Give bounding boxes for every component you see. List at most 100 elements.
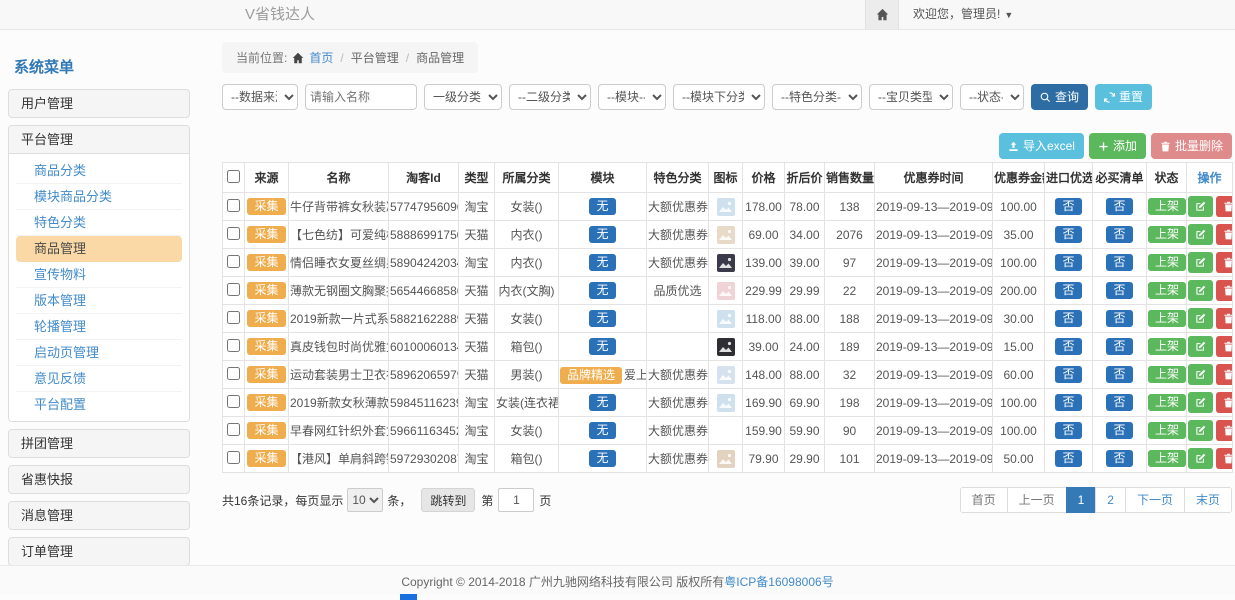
row-checkbox[interactable]: [227, 367, 240, 380]
per-page-select[interactable]: 10: [347, 488, 383, 512]
delete-button[interactable]: [1216, 336, 1233, 357]
delete-button[interactable]: [1216, 448, 1233, 469]
module-badge[interactable]: 无: [589, 198, 615, 215]
sidebar-subitem[interactable]: 意见反馈: [16, 366, 182, 392]
source-badge[interactable]: 采集: [247, 254, 285, 271]
import-excel-button[interactable]: 导入excel: [999, 133, 1084, 159]
row-checkbox[interactable]: [227, 227, 240, 240]
sidebar-panel-heading[interactable]: 订单管理: [9, 538, 189, 565]
batch-delete-button[interactable]: 批量删除: [1151, 133, 1232, 159]
module-badge[interactable]: 无: [589, 394, 615, 411]
sidebar-subitem[interactable]: 特色分类: [16, 210, 182, 236]
page-button[interactable]: 首页: [960, 487, 1008, 513]
module-badge[interactable]: 品牌精选: [560, 367, 622, 384]
sidebar-subitem[interactable]: 版本管理: [16, 288, 182, 314]
edit-button[interactable]: [1188, 392, 1213, 413]
import-optional-toggle[interactable]: 否: [1055, 282, 1081, 299]
row-checkbox[interactable]: [227, 255, 240, 268]
sidebar-subitem[interactable]: 商品管理: [16, 236, 182, 262]
module-badge[interactable]: 无: [589, 254, 615, 271]
sidebar-subitem[interactable]: 模块商品分类: [16, 184, 182, 210]
add-button[interactable]: 添加: [1089, 133, 1146, 159]
reset-button[interactable]: 重置: [1095, 84, 1152, 110]
filter-select[interactable]: --特色分类--: [772, 84, 862, 110]
must-buy-toggle[interactable]: 否: [1106, 394, 1132, 411]
delete-button[interactable]: [1216, 224, 1233, 245]
import-optional-toggle[interactable]: 否: [1055, 310, 1081, 327]
icp-link[interactable]: 粤ICP备16098006号: [724, 575, 833, 589]
delete-button[interactable]: [1216, 196, 1233, 217]
import-optional-toggle[interactable]: 否: [1055, 338, 1081, 355]
source-badge[interactable]: 采集: [247, 366, 285, 383]
module-badge[interactable]: 无: [589, 282, 615, 299]
status-badge[interactable]: 上架: [1148, 198, 1186, 215]
must-buy-toggle[interactable]: 否: [1106, 282, 1132, 299]
import-optional-toggle[interactable]: 否: [1055, 450, 1081, 467]
source-badge[interactable]: 采集: [247, 338, 285, 355]
page-button[interactable]: 末页: [1184, 487, 1232, 513]
status-badge[interactable]: 上架: [1148, 422, 1186, 439]
status-badge[interactable]: 上架: [1148, 282, 1186, 299]
must-buy-toggle[interactable]: 否: [1106, 226, 1132, 243]
row-checkbox[interactable]: [227, 339, 240, 352]
edit-button[interactable]: [1188, 420, 1213, 441]
delete-button[interactable]: [1216, 364, 1233, 385]
status-badge[interactable]: 上架: [1148, 310, 1186, 327]
filter-select[interactable]: --数据来源--: [222, 84, 298, 110]
search-button[interactable]: 查询: [1031, 84, 1088, 110]
source-badge[interactable]: 采集: [247, 310, 285, 327]
import-optional-toggle[interactable]: 否: [1055, 366, 1081, 383]
page-button[interactable]: 下一页: [1125, 487, 1185, 513]
home-button[interactable]: [865, 0, 899, 29]
edit-button[interactable]: [1188, 196, 1213, 217]
filter-select[interactable]: --宝贝类型--: [869, 84, 953, 110]
sidebar-panel-heading[interactable]: 平台管理: [9, 126, 189, 153]
status-badge[interactable]: 上架: [1148, 366, 1186, 383]
source-badge[interactable]: 采集: [247, 198, 285, 215]
row-checkbox[interactable]: [227, 423, 240, 436]
edit-button[interactable]: [1188, 336, 1213, 357]
module-badge[interactable]: 无: [589, 226, 615, 243]
edit-button[interactable]: [1188, 448, 1213, 469]
sidebar-subitem[interactable]: 商品分类: [16, 158, 182, 184]
must-buy-toggle[interactable]: 否: [1106, 254, 1132, 271]
filter-select[interactable]: --模块--: [598, 84, 666, 110]
source-badge[interactable]: 采集: [247, 394, 285, 411]
edit-button[interactable]: [1188, 252, 1213, 273]
filter-select[interactable]: --二级分类--: [509, 84, 591, 110]
import-optional-toggle[interactable]: 否: [1055, 422, 1081, 439]
delete-button[interactable]: [1216, 280, 1233, 301]
delete-button[interactable]: [1216, 308, 1233, 329]
sidebar-panel-heading[interactable]: 拼团管理: [9, 430, 189, 457]
must-buy-toggle[interactable]: 否: [1106, 422, 1132, 439]
sidebar-subitem[interactable]: 平台配置: [16, 392, 182, 417]
must-buy-toggle[interactable]: 否: [1106, 198, 1132, 215]
import-optional-toggle[interactable]: 否: [1055, 254, 1081, 271]
filter-select[interactable]: --状态--: [960, 84, 1024, 110]
import-optional-toggle[interactable]: 否: [1055, 198, 1081, 215]
module-badge[interactable]: 无: [589, 450, 615, 467]
select-all-checkbox[interactable]: [227, 170, 240, 183]
must-buy-toggle[interactable]: 否: [1106, 338, 1132, 355]
edit-button[interactable]: [1188, 308, 1213, 329]
edit-button[interactable]: [1188, 280, 1213, 301]
delete-button[interactable]: [1216, 252, 1233, 273]
user-menu[interactable]: 欢迎您，管理员!▼: [899, 0, 1027, 29]
delete-button[interactable]: [1216, 392, 1233, 413]
must-buy-toggle[interactable]: 否: [1106, 310, 1132, 327]
jump-page-input[interactable]: [498, 488, 534, 512]
delete-button[interactable]: [1216, 420, 1233, 441]
module-badge[interactable]: 无: [589, 338, 615, 355]
row-checkbox[interactable]: [227, 395, 240, 408]
must-buy-toggle[interactable]: 否: [1106, 450, 1132, 467]
status-badge[interactable]: 上架: [1148, 394, 1186, 411]
source-badge[interactable]: 采集: [247, 282, 285, 299]
status-badge[interactable]: 上架: [1148, 226, 1186, 243]
row-checkbox[interactable]: [227, 283, 240, 296]
source-badge[interactable]: 采集: [247, 226, 285, 243]
module-badge[interactable]: 无: [589, 310, 615, 327]
sidebar-subitem[interactable]: 轮播管理: [16, 314, 182, 340]
import-optional-toggle[interactable]: 否: [1055, 394, 1081, 411]
page-button[interactable]: 1: [1066, 487, 1097, 513]
filter-select[interactable]: --模块下分类--: [673, 84, 765, 110]
